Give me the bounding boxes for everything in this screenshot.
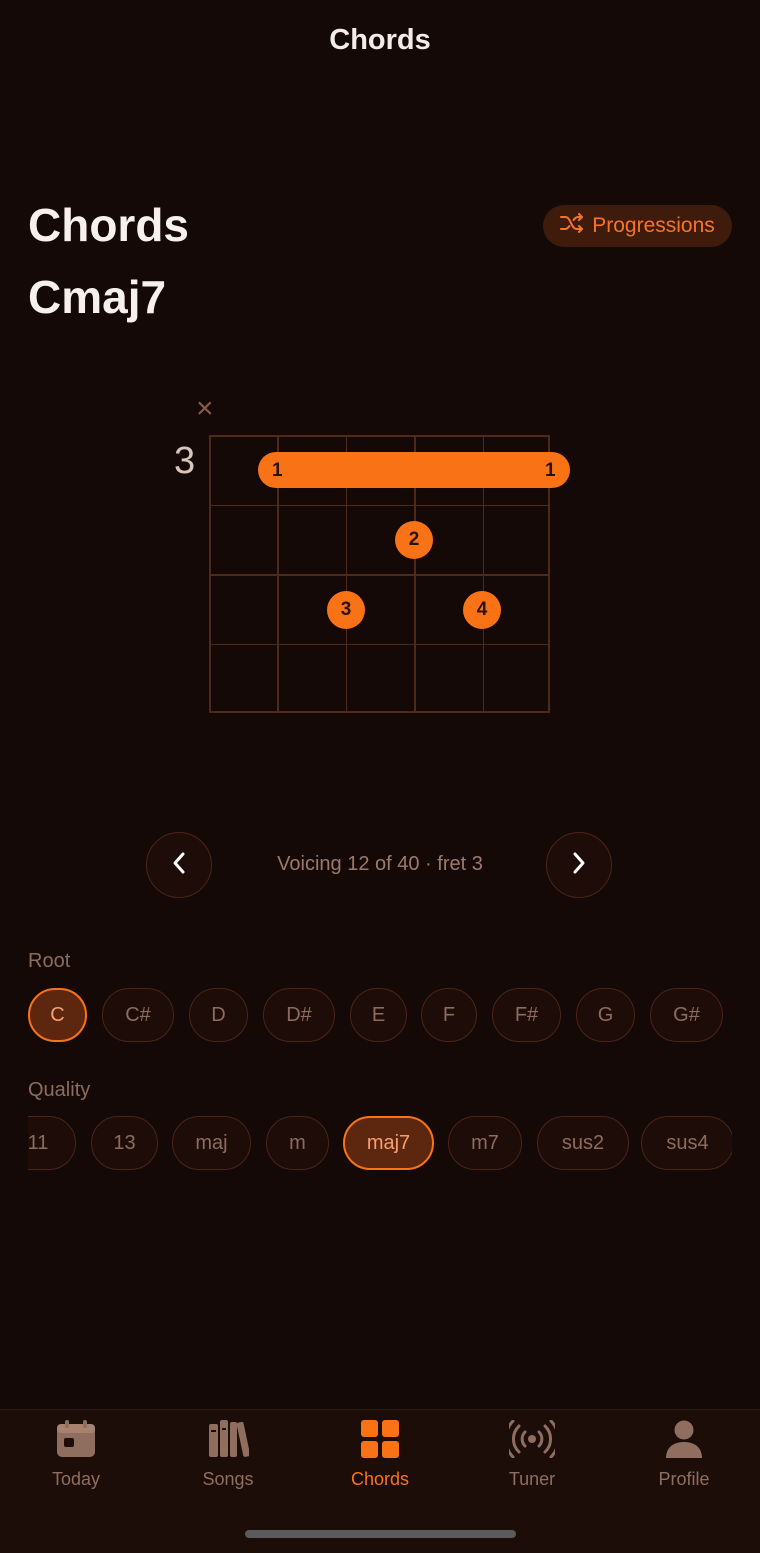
root-option-e[interactable]: E — [350, 988, 407, 1042]
tab-chords[interactable]: Chords — [304, 1420, 456, 1490]
quality-option-m7[interactable]: m7 — [448, 1116, 522, 1170]
broadcast-icon — [504, 1419, 560, 1463]
muted-string-marker: × — [196, 392, 214, 425]
tab-today[interactable]: Today — [0, 1420, 152, 1490]
nav-title: Chords — [329, 24, 431, 56]
voicing-indicator: Voicing 12 of 40 · fret 3 — [277, 853, 483, 875]
root-option-d[interactable]: D — [189, 988, 248, 1042]
barre — [258, 452, 570, 488]
finger-dot: 4 — [463, 591, 501, 629]
root-option-f-sharp[interactable]: F# — [492, 988, 561, 1042]
root-option-f[interactable]: F — [421, 988, 477, 1042]
quality-option-11[interactable]: 11 — [28, 1116, 76, 1170]
previous-voicing-button[interactable] — [146, 832, 212, 898]
barre-finger-end: 1 — [545, 460, 556, 481]
library-icon — [207, 1420, 251, 1463]
quality-option-m[interactable]: m — [266, 1116, 329, 1170]
quality-section-label: Quality — [28, 1079, 91, 1101]
grid-icon — [360, 1420, 400, 1463]
quality-scroller[interactable]: 11 13 maj m maj7 m7 sus2 sus4 — [28, 1116, 732, 1172]
tab-label-today: Today — [51, 1469, 101, 1489]
progressions-button[interactable]: Progressions — [543, 205, 732, 247]
root-option-g-sharp[interactable]: G# — [650, 988, 723, 1042]
chord-name: Cmaj7 — [28, 271, 167, 323]
next-voicing-button[interactable] — [546, 832, 612, 898]
tab-songs[interactable]: Songs — [152, 1420, 304, 1490]
tab-label-tuner: Tuner — [508, 1469, 556, 1489]
person-icon — [664, 1420, 704, 1463]
finger-dot: 2 — [395, 521, 433, 559]
barre-finger-start: 1 — [272, 460, 283, 481]
tab-label-profile: Profile — [658, 1469, 710, 1489]
tab-label-chords: Chords — [350, 1469, 410, 1489]
root-option-d-sharp[interactable]: D# — [263, 988, 335, 1042]
root-option-c[interactable]: C — [28, 988, 87, 1042]
quality-option-maj[interactable]: maj — [172, 1116, 251, 1170]
quality-option-maj7[interactable]: maj7 — [343, 1116, 434, 1170]
root-option-g[interactable]: G — [576, 988, 635, 1042]
tab-profile[interactable]: Profile — [608, 1420, 760, 1490]
quality-option-13[interactable]: 13 — [91, 1116, 158, 1170]
home-indicator — [245, 1530, 516, 1538]
root-section-label: Root — [28, 950, 71, 972]
quality-option-sus4[interactable]: sus4 — [641, 1116, 732, 1170]
quality-option-sus2[interactable]: sus2 — [537, 1116, 629, 1170]
calendar-icon — [56, 1420, 96, 1463]
progressions-label: Progressions — [592, 214, 715, 237]
root-option-c-sharp[interactable]: C# — [102, 988, 174, 1042]
tab-label-songs: Songs — [202, 1469, 254, 1489]
shuffle-icon — [560, 213, 584, 239]
chevron-right-icon — [571, 851, 587, 880]
finger-dot: 3 — [327, 591, 365, 629]
tab-tuner[interactable]: Tuner — [456, 1419, 608, 1490]
base-fret-number: 3 — [174, 440, 196, 482]
page-title: Chords — [28, 199, 189, 251]
chevron-left-icon — [171, 851, 187, 880]
